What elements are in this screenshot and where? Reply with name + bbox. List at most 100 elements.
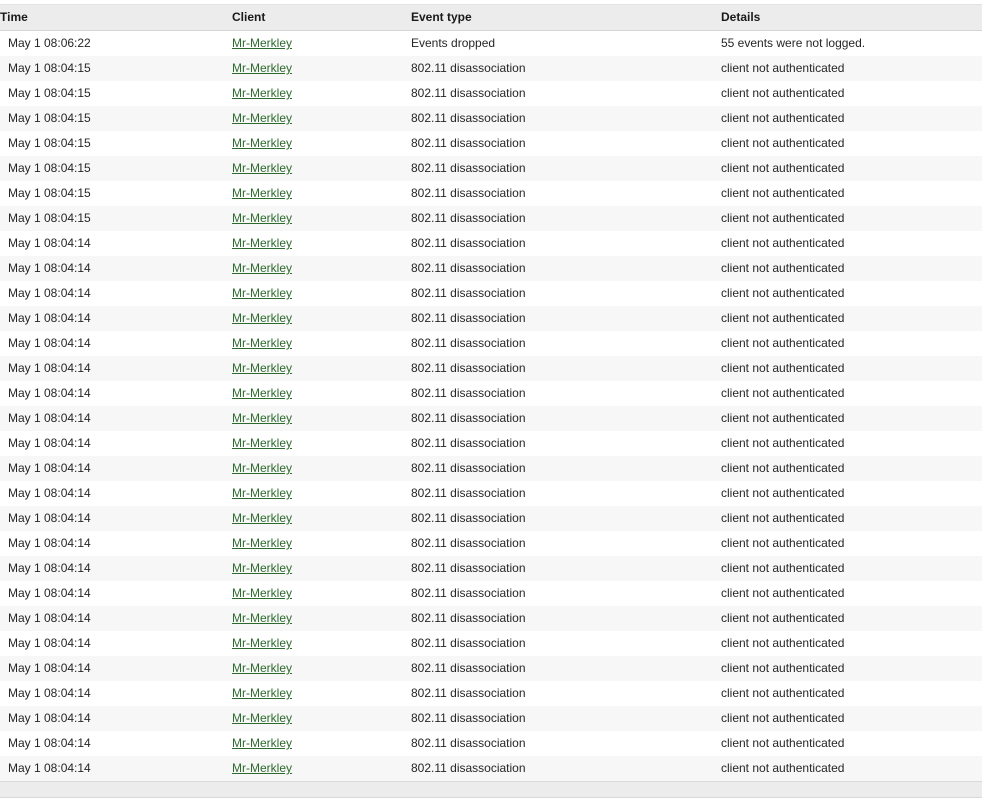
table-row[interactable]: May 1 08:04:15 Mr-Merkley 802.11 disassoci… [0, 81, 982, 106]
cell-details: client not authenticated [721, 561, 845, 575]
cell-client: Mr-Merkley [232, 56, 411, 81]
client-link[interactable]: Mr-Merkley [232, 511, 292, 525]
client-link[interactable]: Mr-Merkley [232, 186, 292, 200]
table-row[interactable]: May 1 08:04:14 Mr-Merkley 802.11 disassoci… [0, 431, 982, 456]
client-link[interactable]: Mr-Merkley [232, 561, 292, 575]
client-link[interactable]: Mr-Merkley [232, 661, 292, 675]
cell-details: client not authenticated [721, 411, 845, 425]
table-row[interactable]: May 1 08:04:14 Mr-Merkley 802.11 disassoci… [0, 706, 982, 731]
column-header-event-type[interactable]: Event type [411, 4, 721, 31]
table-row[interactable]: May 1 08:04:14 Mr-Merkley 802.11 disassoci… [0, 631, 982, 656]
client-link[interactable]: Mr-Merkley [232, 686, 292, 700]
cell-time: May 1 08:04:14 [8, 636, 91, 650]
client-link[interactable]: Mr-Merkley [232, 411, 292, 425]
table-row[interactable]: May 1 08:04:14 Mr-Merkley 802.11 disassoci… [0, 681, 982, 706]
table-row[interactable]: May 1 08:04:14 Mr-Merkley 802.11 disassoci… [0, 756, 982, 781]
client-link[interactable]: Mr-Merkley [232, 486, 292, 500]
cell-time: May 1 08:04:14 [8, 286, 91, 300]
cell-details: client not authenticated [721, 686, 845, 700]
client-link[interactable]: Mr-Merkley [232, 436, 292, 450]
table-row[interactable]: May 1 08:04:14 Mr-Merkley 802.11 disassoci… [0, 481, 982, 506]
client-link[interactable]: Mr-Merkley [232, 736, 292, 750]
client-link[interactable]: Mr-Merkley [232, 461, 292, 475]
cell-client: Mr-Merkley [232, 206, 411, 231]
table-row[interactable]: May 1 08:04:14 Mr-Merkley 802.11 disassoci… [0, 656, 982, 681]
table-row[interactable]: May 1 08:04:14 Mr-Merkley 802.11 disassoci… [0, 381, 982, 406]
table-row[interactable]: May 1 08:04:14 Mr-Merkley 802.11 disassoci… [0, 331, 982, 356]
table-row[interactable]: May 1 08:04:15 Mr-Merkley 802.11 disassoci… [0, 181, 982, 206]
table-body: May 1 08:06:22 Mr-Merkley Events dropped 55… [0, 30, 982, 781]
cell-event-type: 802.11 disassociation [411, 761, 526, 775]
table-row[interactable]: May 1 08:04:14 Mr-Merkley 802.11 disassoci… [0, 556, 982, 581]
table-row[interactable]: May 1 08:04:14 Mr-Merkley 802.11 disassoci… [0, 281, 982, 306]
client-link[interactable]: Mr-Merkley [232, 261, 292, 275]
client-link[interactable]: Mr-Merkley [232, 86, 292, 100]
cell-time: May 1 08:04:15 [8, 161, 91, 175]
client-link[interactable]: Mr-Merkley [232, 611, 292, 625]
cell-event-type: 802.11 disassociation [411, 136, 526, 150]
client-link[interactable]: Mr-Merkley [232, 536, 292, 550]
cell-event-type: 802.11 disassociation [411, 736, 526, 750]
cell-time: May 1 08:04:14 [8, 586, 91, 600]
table-row[interactable]: May 1 08:04:15 Mr-Merkley 802.11 disassoci… [0, 56, 982, 81]
column-header-client[interactable]: Client [232, 4, 411, 31]
cell-client: Mr-Merkley [232, 131, 411, 156]
client-link[interactable]: Mr-Merkley [232, 636, 292, 650]
table-row[interactable]: May 1 08:04:14 Mr-Merkley 802.11 disassoci… [0, 356, 982, 381]
cell-details: client not authenticated [721, 586, 845, 600]
cell-event-type: 802.11 disassociation [411, 336, 526, 350]
cell-details: client not authenticated [721, 211, 845, 225]
client-link[interactable]: Mr-Merkley [232, 211, 292, 225]
cell-event-type: 802.11 disassociation [411, 111, 526, 125]
column-header-time[interactable]: Time [0, 4, 232, 31]
column-header-details[interactable]: Details [721, 4, 982, 31]
client-link[interactable]: Mr-Merkley [232, 311, 292, 325]
cell-details: client not authenticated [721, 361, 845, 375]
cell-details: client not authenticated [721, 136, 845, 150]
client-link[interactable]: Mr-Merkley [232, 336, 292, 350]
cell-details: client not authenticated [721, 61, 845, 75]
client-link[interactable]: Mr-Merkley [232, 161, 292, 175]
cell-client: Mr-Merkley [232, 481, 411, 506]
client-link[interactable]: Mr-Merkley [232, 111, 292, 125]
table-row[interactable]: May 1 08:04:14 Mr-Merkley 802.11 disassoci… [0, 531, 982, 556]
client-link[interactable]: Mr-Merkley [232, 761, 292, 775]
cell-client: Mr-Merkley [232, 406, 411, 431]
client-link[interactable]: Mr-Merkley [232, 61, 292, 75]
cell-event-type: 802.11 disassociation [411, 611, 526, 625]
cell-event-type: 802.11 disassociation [411, 411, 526, 425]
client-link[interactable]: Mr-Merkley [232, 586, 292, 600]
client-link[interactable]: Mr-Merkley [232, 136, 292, 150]
table-row[interactable]: May 1 08:04:15 Mr-Merkley 802.11 disassoci… [0, 156, 982, 181]
client-link[interactable]: Mr-Merkley [232, 361, 292, 375]
table-row[interactable]: May 1 08:04:14 Mr-Merkley 802.11 disassoci… [0, 506, 982, 531]
table-row[interactable]: May 1 08:04:14 Mr-Merkley 802.11 disassoci… [0, 456, 982, 481]
cell-time: May 1 08:04:14 [8, 436, 91, 450]
cell-details: client not authenticated [721, 461, 845, 475]
client-link[interactable]: Mr-Merkley [232, 711, 292, 725]
cell-event-type: 802.11 disassociation [411, 161, 526, 175]
table-header: Time Client Event type Details [0, 4, 982, 31]
cell-client: Mr-Merkley [232, 231, 411, 256]
cell-time: May 1 08:04:14 [8, 461, 91, 475]
table-row[interactable]: May 1 08:04:14 Mr-Merkley 802.11 disassoci… [0, 731, 982, 756]
table-row[interactable]: May 1 08:04:14 Mr-Merkley 802.11 disassoci… [0, 406, 982, 431]
table-row[interactable]: May 1 08:04:15 Mr-Merkley 802.11 disassoci… [0, 131, 982, 156]
table-row[interactable]: May 1 08:04:14 Mr-Merkley 802.11 disassoci… [0, 256, 982, 281]
cell-event-type: 802.11 disassociation [411, 211, 526, 225]
table-row[interactable]: May 1 08:04:14 Mr-Merkley 802.11 disassoci… [0, 231, 982, 256]
table-row[interactable]: May 1 08:04:15 Mr-Merkley 802.11 disassoci… [0, 206, 982, 231]
table-row[interactable]: May 1 08:04:15 Mr-Merkley 802.11 disassoci… [0, 106, 982, 131]
client-link[interactable]: Mr-Merkley [232, 36, 292, 50]
table-row[interactable]: May 1 08:04:14 Mr-Merkley 802.11 disassoci… [0, 306, 982, 331]
table-row[interactable]: May 1 08:06:22 Mr-Merkley Events dropped 55… [0, 30, 982, 56]
table-row[interactable]: May 1 08:04:14 Mr-Merkley 802.11 disassoci… [0, 606, 982, 631]
cell-event-type: 802.11 disassociation [411, 261, 526, 275]
client-link[interactable]: Mr-Merkley [232, 236, 292, 250]
client-link[interactable]: Mr-Merkley [232, 386, 292, 400]
table-row[interactable]: May 1 08:04:14 Mr-Merkley 802.11 disassoci… [0, 581, 982, 606]
cell-time: May 1 08:04:14 [8, 236, 91, 250]
cell-time: May 1 08:04:14 [8, 686, 91, 700]
client-link[interactable]: Mr-Merkley [232, 286, 292, 300]
cell-client: Mr-Merkley [232, 756, 411, 781]
